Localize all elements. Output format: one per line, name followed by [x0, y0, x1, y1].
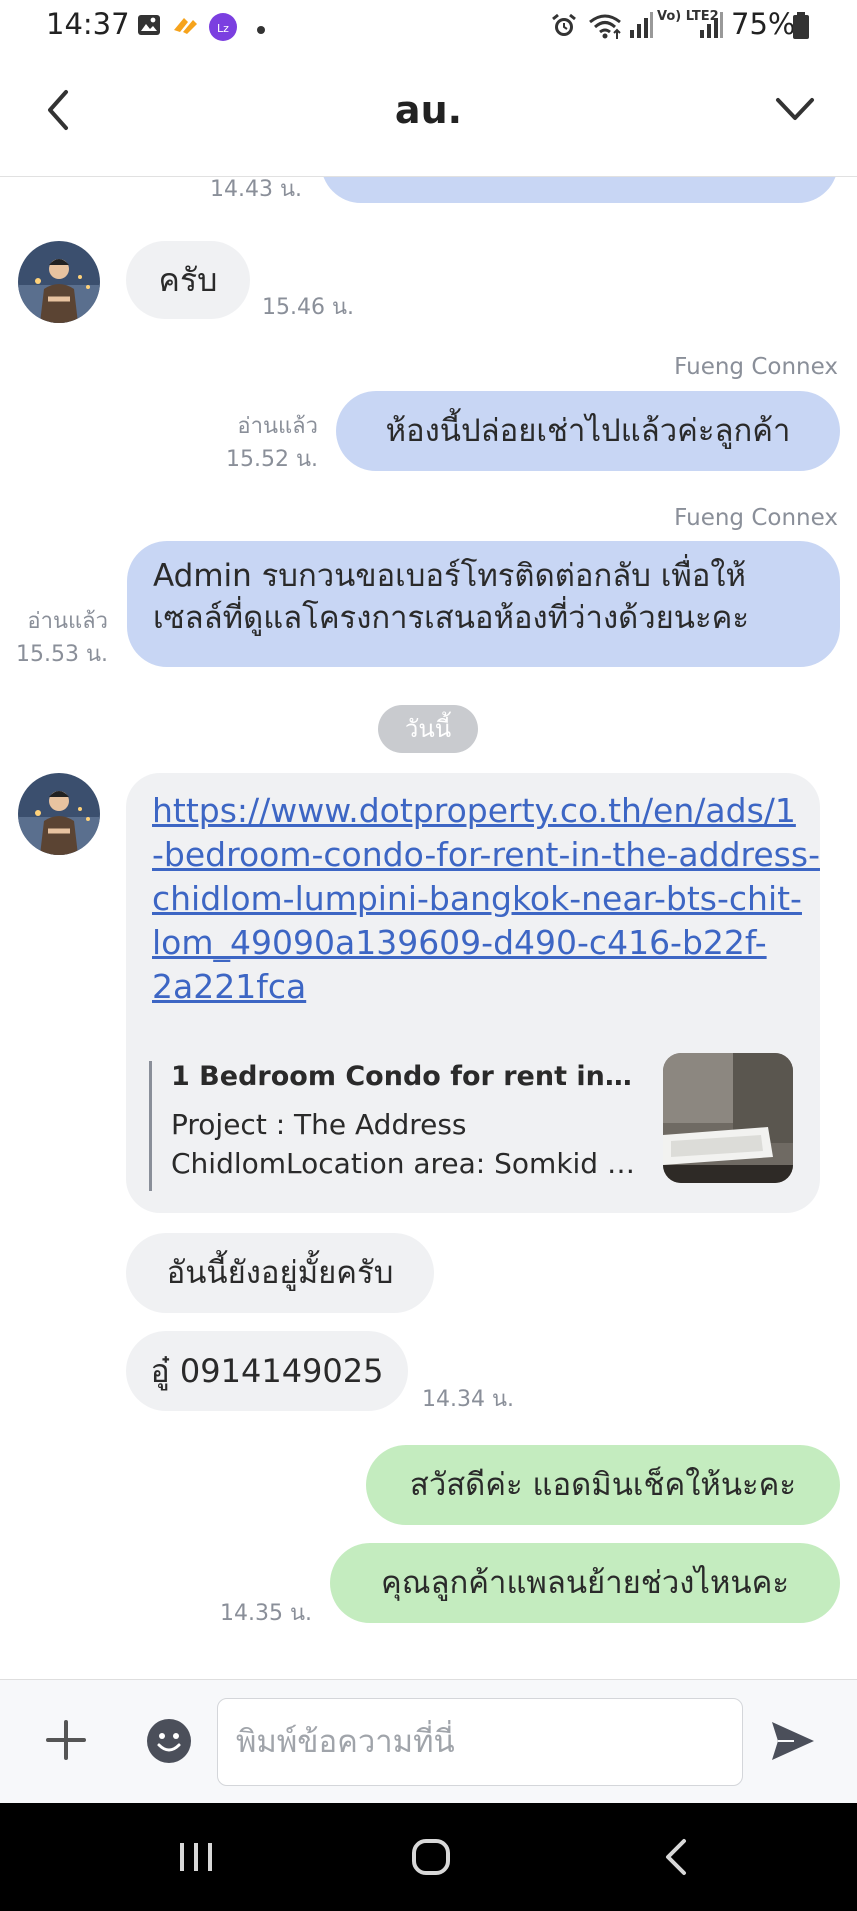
signal-icon-2: [698, 12, 724, 44]
chevron-down-icon: [776, 98, 814, 120]
system-nav-bar: [0, 1803, 857, 1911]
message-time: 15.53 น.: [15, 642, 108, 667]
signal-icon: [628, 12, 654, 44]
home-icon: [412, 1839, 450, 1875]
dot-icon: [256, 20, 266, 39]
link-line[interactable]: chidlom-lumpini-bangkok-near-bts-chit-: [152, 877, 802, 921]
status-time: 14:37: [46, 7, 130, 41]
emoji-icon: [147, 1719, 191, 1763]
back-icon: [666, 1839, 686, 1875]
alarm-icon: [550, 12, 578, 44]
svg-text:Lz: Lz: [217, 22, 229, 35]
preview-desc-line: Project : The Address: [171, 1108, 467, 1141]
shopee-icon: [170, 12, 200, 42]
link-line[interactable]: lom_49090a139609-d490-c416-b22f-: [152, 921, 802, 965]
link-line[interactable]: 2a221fca: [152, 965, 802, 1009]
message-bubble-outgoing[interactable]: [321, 177, 838, 203]
nav-back-button[interactable]: [656, 1833, 696, 1881]
preview-divider: [149, 1061, 152, 1191]
message-bubble-outgoing[interactable]: คุณลูกค้าแพลนย้ายช่วงไหนคะ: [330, 1543, 840, 1623]
emoji-button[interactable]: [146, 1718, 192, 1764]
gallery-icon: [136, 12, 162, 42]
chat-title: au.: [394, 88, 463, 132]
preview-thumbnail: [663, 1053, 793, 1183]
message-list[interactable]: 14.43 น. ครับ 15.46 น. Fueng Connex อ่าน…: [0, 177, 857, 1679]
message-time: 14.34 น.: [422, 1387, 515, 1412]
battery-icon: [792, 12, 810, 44]
preview-description: Project : The Address ChidlomLocation ar…: [171, 1105, 641, 1183]
wifi-icon: [588, 12, 624, 44]
message-time: 15.52 น.: [225, 447, 318, 472]
message-bubble-incoming[interactable]: ครับ: [126, 241, 250, 319]
message-line: Admin รบกวนขอเบอร์โทรติดต่อกลับ เพื่อให้: [153, 558, 746, 594]
menu-dropdown-button[interactable]: [772, 90, 818, 130]
message-bubble-incoming[interactable]: อู๋ 0914149025: [126, 1331, 408, 1411]
preview-title: 1 Bedroom Condo for rent in Th...: [171, 1061, 641, 1092]
message-bubble-outgoing[interactable]: สวัสดีค่ะ แอดมินเช็คให้นะคะ: [366, 1445, 840, 1525]
send-button[interactable]: [768, 1718, 816, 1764]
message-link[interactable]: https://www.dotproperty.co.th/en/ads/1 -…: [152, 789, 820, 1009]
preview-desc-line: ChidlomLocation area: Somkid ,...: [171, 1147, 641, 1180]
message-time: 14.43 น.: [209, 177, 302, 202]
link-preview-card[interactable]: 1 Bedroom Condo for rent in Th... Projec…: [149, 1053, 793, 1191]
lazada-icon: Lz: [208, 12, 238, 46]
message-input[interactable]: [217, 1698, 743, 1786]
message-line: เซลล์ที่ดูแลโครงการเสนอห้องที่ว่างด้วยนะ…: [153, 600, 750, 636]
sender-name: Fueng Connex: [674, 354, 838, 380]
link-line[interactable]: https://www.dotproperty.co.th/en/ads/1: [152, 789, 802, 833]
sender-name: Fueng Connex: [674, 505, 838, 531]
link-line[interactable]: -bedroom-condo-for-rent-in-the-address-: [152, 833, 820, 877]
recent-apps-button[interactable]: [176, 1833, 216, 1881]
home-button[interactable]: [408, 1833, 456, 1881]
message-bubble-outgoing[interactable]: ห้องนี้ปล่อยเช่าไปแล้วค่ะลูกค้า: [336, 391, 840, 471]
day-separator: วันนี้: [378, 705, 478, 753]
recents-icon: [180, 1843, 212, 1871]
add-attachment-button[interactable]: [44, 1718, 88, 1762]
chat-header: au.: [0, 52, 857, 177]
status-bar: 14:37 Lz Vo) LTE2 75%: [0, 0, 857, 52]
plus-icon: [46, 1720, 86, 1760]
send-icon: [772, 1722, 814, 1760]
avatar[interactable]: [18, 773, 100, 855]
read-receipt: อ่านแล้ว: [237, 414, 318, 439]
message-time: 15.46 น.: [262, 295, 355, 320]
avatar[interactable]: [18, 241, 100, 323]
message-bubble-incoming[interactable]: อันนี้ยังอยู่มั้ยครับ: [126, 1233, 434, 1313]
read-receipt: อ่านแล้ว: [27, 609, 108, 634]
message-bubble-outgoing[interactable]: Admin รบกวนขอเบอร์โทรติดต่อกลับ เพื่อให้…: [127, 541, 840, 667]
battery-percent: 75%: [731, 7, 796, 41]
message-composer: [0, 1679, 857, 1803]
message-time: 14.35 น.: [219, 1601, 312, 1626]
